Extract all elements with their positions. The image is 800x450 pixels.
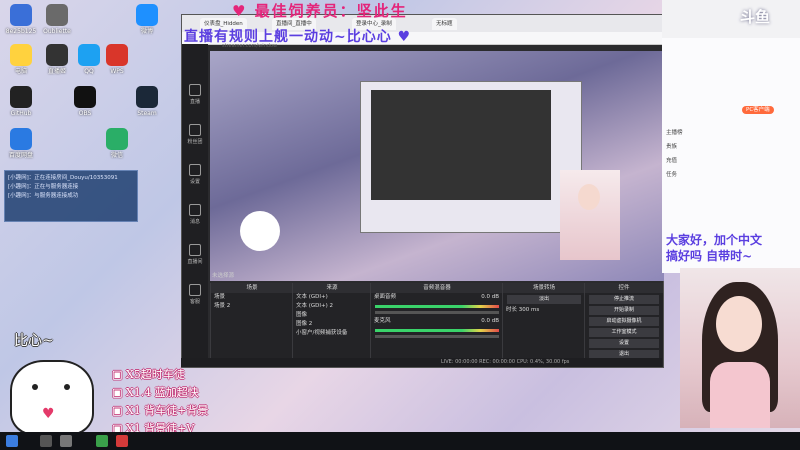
cat-sticker	[240, 211, 280, 251]
nested-preview-inner	[371, 90, 551, 200]
studio-mode-button[interactable]: 工作室模式	[589, 328, 659, 337]
desktop-icon[interactable]: Steam	[130, 86, 164, 117]
sweater	[710, 362, 770, 428]
desktop-icon[interactable]: Oubliette	[40, 4, 74, 35]
dock-title: 来源	[293, 283, 371, 293]
right-marquee-text: 大家好，加个中文 搞好吗 自带时~	[666, 232, 762, 264]
nav-item[interactable]: 客服	[184, 284, 206, 305]
nav-item[interactable]: 消息	[184, 204, 206, 225]
desktop-icon[interactable]: 8e25b125	[4, 4, 38, 35]
bixin-text: 比心~	[14, 333, 54, 349]
controls-dock: 控件 停止推流 开始录制 启动虚拟摄像机 工作室模式 设置 退出	[584, 283, 663, 367]
rank-row[interactable]: 充值	[666, 156, 677, 164]
sources-dock: 来源 文本 (GDI+) 文本 (GDI+) 2 图像 图像 2 小窗户/视频捕…	[292, 283, 371, 367]
obs-status-bar: LIVE: 00:00:00 REC: 00:00:00 CPU: 0.4%, …	[181, 358, 662, 367]
mixer-channel-name: 桌面音频 0.0 dB	[374, 294, 499, 300]
volume-meter	[375, 329, 499, 332]
left-nav: 直播 粉丝团 设置 消息 直播间 客服	[182, 44, 208, 367]
webcam-small	[560, 170, 620, 260]
webcam-feed	[680, 268, 800, 428]
transition-select[interactable]: 淡出	[507, 295, 581, 304]
taskbar-app-icon[interactable]	[116, 435, 128, 447]
audio-mixer-dock: 音频混音器 桌面音频 0.0 dB 麦克风 0.0 dB	[370, 283, 503, 367]
desktop-icon[interactable]: 微博	[130, 4, 164, 35]
desktop-icon-label: 8e25b125	[5, 28, 37, 35]
scene-item[interactable]: 场景	[211, 293, 293, 302]
start-recording-button[interactable]: 开始录制	[589, 306, 659, 315]
chat-line: [小趣网]：与服务器连接成功	[8, 193, 79, 199]
overlay-subtitle: 直播有规则上舰一动动~比心心 ♥	[184, 29, 412, 45]
taskbar-app-icon[interactable]	[40, 435, 52, 447]
desktop-icon-label: 直播姬	[47, 68, 66, 75]
chat-log-panel: [小趣网]：正在连接房间_Douyu/10353091 [小趣网]：正在与服务器…	[4, 170, 138, 222]
desktop-icon[interactable]: OBS	[68, 86, 102, 117]
virtual-camera-button[interactable]: 启动虚拟摄像机	[589, 317, 659, 326]
marquee-line: 大家好，加个中文	[666, 233, 763, 247]
source-item[interactable]: 图像	[293, 311, 371, 320]
desktop-icon[interactable]: WPS	[100, 44, 134, 75]
scene-label: 未选择源	[212, 273, 235, 279]
mixer-channel-name: 麦克风 0.0 dB	[374, 318, 499, 324]
desktop-icon-label: QQ	[84, 68, 94, 75]
taskbar	[0, 432, 800, 450]
nav-item[interactable]: 粉丝团	[184, 124, 206, 145]
dock-title: 场景转场	[503, 283, 585, 293]
desktop-icon[interactable]: 直播姬	[40, 44, 74, 75]
tab[interactable]: 无标题	[432, 18, 457, 30]
dock-title: 控件	[585, 283, 663, 293]
desktop-icon[interactable]: 微信	[100, 128, 134, 159]
desktop-icon-label: Steam	[137, 110, 157, 117]
desktop-icon[interactable]: 百度网盘	[4, 128, 38, 159]
cat-sticker-icon: ♥	[10, 360, 94, 436]
volume-meter	[375, 305, 499, 308]
desktop-icon-label: 百度网盘	[8, 152, 33, 159]
overlay-title: ♥ 最佳饲养员：坚此生	[232, 2, 408, 20]
settings-button[interactable]: 设置	[589, 339, 659, 348]
pc-client-button[interactable]: PC客户端	[742, 106, 774, 114]
taskbar-app-icon[interactable]	[60, 435, 72, 447]
nested-preview-window	[360, 81, 582, 233]
dock-title: 场景	[211, 283, 293, 293]
rank-row[interactable]: 主播榜	[666, 128, 683, 136]
desktop-icon-label: 电脑	[14, 68, 27, 75]
desktop-icon[interactable]: 电脑	[4, 44, 38, 75]
volume-slider[interactable]	[375, 311, 499, 314]
source-item[interactable]: 文本 (GDI+)	[293, 293, 371, 302]
source-item[interactable]: 文本 (GDI+) 2	[293, 302, 371, 311]
gift-item: ▣ X1.4 蓝加超快	[112, 386, 199, 399]
nav-item[interactable]: 直播	[184, 84, 206, 105]
face	[578, 184, 600, 210]
dock-title: 音频混音器	[371, 283, 503, 293]
nav-item[interactable]: 直播间	[184, 244, 206, 265]
desktop-icon-label: 微博	[140, 28, 153, 35]
rank-row[interactable]: 贵族	[666, 142, 677, 150]
taskbar-app-icon[interactable]	[96, 435, 108, 447]
desktop-icon-label: WPS	[110, 68, 124, 75]
face	[716, 296, 762, 352]
gift-item: ▣ X1 背车徒+背景	[112, 404, 209, 417]
desktop-icon-label: 微信	[110, 152, 123, 159]
stop-streaming-button[interactable]: 停止推流	[589, 295, 659, 304]
scene-item[interactable]: 场景 2	[211, 302, 293, 311]
start-icon[interactable]	[6, 435, 18, 447]
gift-list: ▣ X5超时车徒 ▣ X1.4 蓝加超快 ▣ X1 背车徒+背景 ▣ X1 背景…	[112, 366, 208, 438]
marquee-line: 搞好吗 自带时~	[666, 249, 753, 263]
desktop-icon-label: GitHub	[10, 110, 32, 117]
transitions-dock: 场景转场 淡出 时长 300 ms	[502, 283, 585, 367]
duration-field[interactable]: 时长 300 ms	[503, 306, 585, 315]
right-header	[662, 0, 800, 38]
rank-row[interactable]: 任务	[666, 170, 677, 178]
brand-logo: 斗鱼	[740, 8, 771, 26]
chat-line: [小趣网]：正在连接房间_Douyu/10353091	[8, 175, 118, 181]
desktop-icon[interactable]: GitHub	[4, 86, 38, 117]
desktop-icon-label: OBS	[78, 110, 92, 117]
gift-item: ▣ X5超时车徒	[112, 368, 185, 381]
scenes-dock: 场景 场景 场景 2	[210, 283, 293, 367]
source-item[interactable]: 小窗户/视频捕获设备	[293, 329, 371, 338]
volume-slider[interactable]	[375, 335, 499, 338]
nav-item[interactable]: 设置	[184, 164, 206, 185]
chat-line: [小趣网]：正在与服务器连接	[8, 184, 79, 190]
desktop-icon-label: Oubliette	[43, 28, 71, 35]
source-item[interactable]: 图像 2	[293, 320, 371, 329]
